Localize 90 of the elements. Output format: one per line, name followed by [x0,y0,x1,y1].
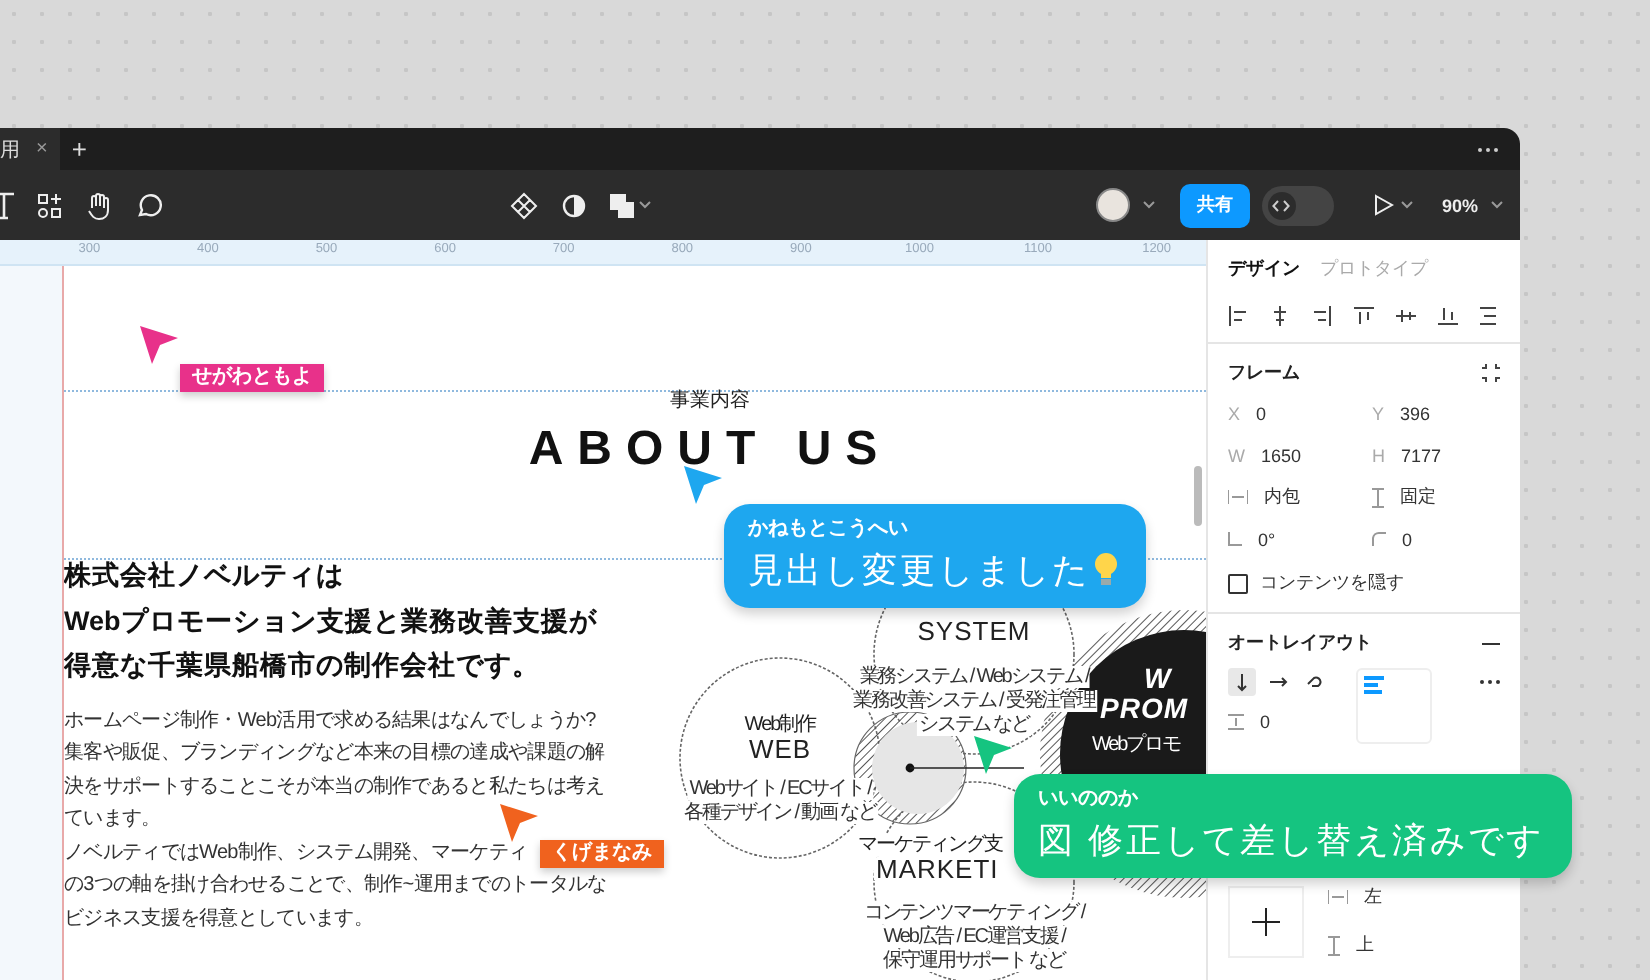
circle-caption: マーケティング支 [856,834,1004,856]
caret-icon [1399,200,1414,210]
fixed-height-icon [1372,487,1384,507]
arrow-icon [1268,672,1288,692]
checkbox[interactable] [1228,573,1248,593]
contrast-icon[interactable] [562,193,586,217]
spacing-icon [1228,714,1244,730]
hug-icon [1228,490,1248,504]
file-tab[interactable]: 用 × [0,128,60,170]
checkbox-label: コンテンツを隠す [1260,570,1404,596]
circle-description: 業務システム / Webシステム / [857,666,1091,688]
height-mode-field[interactable]: 固定 [1372,482,1500,512]
align-center-icon[interactable] [1270,306,1290,326]
circle-title: WEB [746,738,814,760]
body-text-line: 集客や販促、ブランディングなど本来の目標の達成や課題の解 [64,739,605,769]
body-text-line: ホームページ制作・Web活用で求める結果はなんでしょうか? [64,707,596,735]
corner-radius-icon [1372,532,1386,546]
play-icon[interactable] [1373,194,1394,216]
code-icon [1272,199,1291,211]
collaborator-tag: くげまなみ [540,840,664,868]
section-title[interactable]: フレーム [1228,360,1300,386]
body-text-line: 決をサポートすることこそが本当の制作であると私たちは考え [64,773,605,802]
rotation-field[interactable]: 0° [1228,524,1356,554]
align-bottom-icon[interactable] [1438,306,1458,326]
fit-icon[interactable] [1482,364,1500,382]
radius-field[interactable]: 0 [1372,524,1500,554]
circle-description: Webサイト / ECサイト / [687,778,873,800]
caret-icon [638,200,652,210]
circle-caption: Web制作 [742,714,818,736]
caret-icon [1141,200,1156,210]
comment-text: 図 修正して差し替え済みです [1038,818,1544,862]
align-middle-icon[interactable] [1396,306,1416,326]
circle-title: SYSTEM [915,620,1033,642]
align-left-icon[interactable] [1228,306,1248,326]
rotation-icon [1228,532,1242,546]
dimension-field[interactable]: H 7177 [1372,440,1500,470]
direction-button[interactable] [1228,668,1256,696]
horizontal-constraint[interactable]: 左 [1328,882,1382,912]
section-heading: ABOUT US [526,420,894,480]
gap-field[interactable]: 0 [1228,712,1328,732]
boolean-icon[interactable] [610,193,634,217]
section-title: オートレイアウト [1228,630,1372,656]
circle-description: Web広告 / EC運営支援 / [881,926,1067,948]
more-icon[interactable] [1476,146,1500,154]
vertical-constraint-icon [1328,935,1340,955]
circle-description: Webプロモ [1092,734,1180,756]
hand-icon[interactable] [86,191,112,219]
component-icon[interactable] [510,191,538,219]
circle-title: PROM [1100,698,1188,720]
width-mode-field[interactable]: 内包 [1228,482,1356,512]
circle-title: MARKETI [874,858,1001,880]
vertical-constraint[interactable]: 上 [1328,930,1382,960]
body-text-line: ビジネス支援を得意としています。 [64,905,373,935]
text-tool-icon[interactable] [0,191,14,219]
circle-description: コンテンツマーケティング / [861,902,1087,924]
comment-author: いいののか [1038,788,1140,812]
new-tab-button[interactable]: + [71,134,87,164]
body-text-line: ノベルティではWeb制作、システム開発、マーケティ [64,839,528,868]
align-indicator-icon [1364,676,1384,694]
arrow-icon [1232,672,1252,692]
dev-mode-toggle[interactable] [1261,185,1334,225]
collaborator-tag: せがわともよ [180,364,324,392]
align-top-icon[interactable] [1354,306,1374,326]
resources-icon[interactable] [38,193,62,217]
lightbulb-icon [1094,552,1118,588]
circle-description: 保守運用サポート など [881,950,1067,972]
comment-icon[interactable] [136,192,162,218]
scrollbar[interactable] [1194,466,1202,526]
zoom-menu[interactable]: 90% [1441,195,1478,215]
horizontal-constraint-icon [1328,890,1348,904]
section-label: 事業内容 [668,390,752,414]
body-text-line: ています。 [64,806,161,835]
user-avatar[interactable] [1095,188,1130,222]
dimension-field[interactable]: X 0 [1228,398,1356,428]
panel-tab[interactable]: デザイン [1228,256,1300,282]
circle-description: システム など [916,714,1032,736]
dimension-field[interactable]: W 1650 [1228,440,1356,470]
align-right-icon[interactable] [1312,306,1332,326]
comment-author: かねもとこうへい [748,518,910,542]
connector-line [905,763,1025,773]
circle-title: W [1144,668,1172,690]
comment-text: 見出し変更しました [748,548,1090,592]
dimension-field[interactable]: Y 396 [1372,398,1500,428]
body-text-line: の3つの軸を掛け合わせることで、制作~運用までのトータルな [64,871,607,901]
distribute-icon[interactable] [1480,306,1500,326]
plus-icon [1252,907,1280,935]
circle-description: 各種デザイン / 動画 など [682,802,878,824]
caret-icon [1490,200,1504,210]
circle-description: 業務改善システム / 受発注管理 [851,690,1097,712]
alignment-grid[interactable] [1356,668,1432,744]
